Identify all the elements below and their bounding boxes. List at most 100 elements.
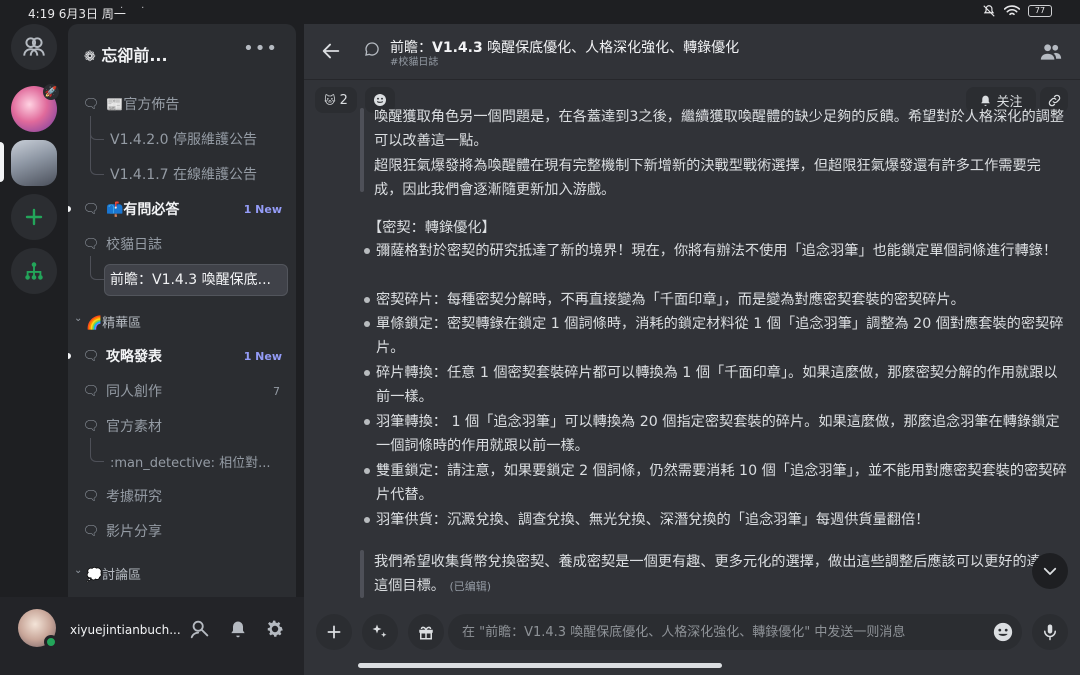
reaction-emoji-icon: 🐱 (324, 93, 336, 107)
post-count: 7 (273, 384, 280, 398)
blockquote-bar (360, 108, 364, 192)
server-icon-sd[interactable]: 🚀 (11, 84, 59, 132)
message-input[interactable] (462, 614, 982, 650)
add-server-button[interactable] (11, 194, 57, 240)
status-notification-dots: ·· (120, 3, 163, 14)
message-input-wrapper (448, 614, 1022, 650)
search-user-icon (190, 620, 209, 639)
list-item: 雙重鎖定：請注意，如果要鎖定 2 個詞條，仍然需要消耗 10 個「追念羽筆」，並… (376, 463, 1067, 503)
guild-menu-button[interactable]: ••• (243, 38, 278, 59)
members-button[interactable] (1040, 42, 1062, 66)
forum-icon: 🗨 (82, 523, 100, 539)
channel-videos[interactable]: 🗨 影片分享 (68, 514, 296, 548)
server-rail: 🚀 (0, 24, 68, 675)
channel-fan-works[interactable]: 🗨 同人創作 7 (68, 374, 296, 408)
unread-dot (68, 206, 71, 212)
main-panel: 前瞻：V1.4.3 喚醒保底優化、人格深化強化、轉錄優化 #校貓日誌 🐱 2 关… (304, 24, 1080, 675)
direct-messages-button[interactable] (11, 24, 57, 70)
search-button[interactable] (188, 617, 212, 641)
channel-qa[interactable]: 🗨 📫有問必答 1 New (68, 192, 296, 226)
notifications-button[interactable] (226, 617, 250, 641)
thread-item-active[interactable]: 前瞻：V1.4.3 喚醒保底... (68, 256, 296, 296)
category-highlights[interactable]: ⌄ 🌈精華區 (68, 310, 296, 334)
forum-icon: 🗨 (82, 418, 100, 434)
new-badge: 1 New (243, 202, 282, 216)
emoji-add-icon (374, 94, 386, 106)
gift-button[interactable] (408, 614, 444, 650)
status-bar: 4:19 6月3日 周一 ·· 77 (0, 0, 1080, 24)
channel-research[interactable]: 🗨 考據研究 (68, 479, 296, 513)
channel-panel: ❁ 忘卻前... ••• 🗨 📰官方佈告 V1.4.2.0 停服維護公告 V1.… (68, 24, 296, 597)
jump-to-bottom-button[interactable] (1032, 553, 1068, 589)
thread-header: 前瞻：V1.4.3 喚醒保底優化、人格深化強化、轉錄優化 #校貓日誌 (304, 24, 1080, 80)
plus-icon (327, 625, 341, 639)
status-time: 4:19 6月3日 周一 (28, 7, 126, 21)
thread-item[interactable]: :man_detective: 相位對... (68, 438, 296, 478)
hierarchy-icon (25, 262, 43, 280)
boost-icon: 🚀 (43, 84, 59, 100)
list-item: 單條鎖定：密契轉錄在鎖定 1 個詞條時，消耗的鎖定材料從 1 個「追念羽筆」調整… (376, 316, 1064, 356)
microphone-icon (1044, 624, 1056, 641)
chevron-down-icon (1043, 567, 1057, 575)
section-title: 【密契：轉錄優化】 (368, 220, 496, 236)
guild-icon: ❁ (84, 49, 96, 65)
blockquote-bar (360, 550, 364, 598)
server-icon-current[interactable] (11, 140, 57, 186)
forum-icon: 🗨 (82, 383, 100, 399)
message-composer (304, 606, 1080, 675)
list-item: 密契碎片：每種密契分解時，不再直接變為「千面印章」，而是變為對應密契套裝的密契碎… (376, 292, 965, 308)
message-paragraph: 超限狂氣爆發將為喚醒體在現有完整機制下新增新的決戰型戰術選擇，但超限狂氣爆發還有… (374, 158, 1041, 198)
selected-server-indicator (0, 142, 4, 182)
plus-icon (25, 208, 43, 226)
home-indicator[interactable] (358, 663, 722, 668)
message-content: 喚醒獲取角色另一個問題是，在各蓋達到3之後，繼續獲取喚醒體的缺少足夠的反饋。希望… (360, 108, 1072, 605)
wifi-icon (1004, 5, 1020, 16)
channel-guides[interactable]: 🗨 攻略發表 1 New (68, 339, 296, 373)
username[interactable]: xiyuejintianbuch... (70, 623, 181, 637)
gear-icon (267, 620, 283, 637)
list-item: 碎片轉換：任意 1 個密契套裝碎片都可以轉換為 1 個「千面印章」。如果這麼做，… (376, 365, 1058, 405)
users-icon (23, 37, 45, 56)
category-discussion[interactable]: ⌄ 💭討論區 (68, 562, 296, 586)
message-paragraph: 我們希望收集貨幣兌換密契、養成密契是一個更有趣、更多元化的選擇，做出這些調整后應… (374, 554, 1056, 594)
chevron-down-icon: ⌄ (74, 313, 83, 324)
unread-dot (68, 353, 71, 359)
voice-message-button[interactable] (1032, 614, 1068, 650)
user-bar: xiyuejintianbuch... (0, 597, 304, 675)
apps-button[interactable] (362, 614, 398, 650)
forum-icon: 🗨 (82, 488, 100, 504)
list-item: 彌薩格對於密契的研究抵達了新的境界！現在，你將有辦法不使用「追念羽筆」也能鎖定單… (376, 243, 1058, 259)
forum-icon: 🗨 (82, 348, 100, 364)
arrow-left-icon (322, 43, 340, 59)
forum-icon: 🗨 (82, 201, 100, 217)
back-button[interactable] (320, 40, 342, 66)
reaction-chip[interactable]: 🐱 2 (315, 87, 357, 113)
message-paragraph: 喚醒獲取角色另一個問題是，在各蓋達到3之後，繼續獲取喚醒體的缺少足夠的反饋。希望… (374, 109, 1065, 149)
guild-name[interactable]: ❁ 忘卻前... (84, 42, 168, 66)
list-item: 羽筆轉換： 1 個「追念羽筆」可以轉換為 20 個指定密契套裝的碎片。如果這麼做… (376, 414, 1060, 454)
forum-icon: 🗨 (82, 236, 100, 252)
edited-label: (已编辑) (449, 580, 492, 593)
thread-item[interactable]: V1.4.1.7 在線維護公告 (68, 135, 296, 191)
chevron-down-icon: ⌄ (74, 565, 83, 576)
emoji-button[interactable] (992, 621, 1014, 647)
members-icon (1040, 44, 1062, 60)
bell-icon (981, 95, 991, 106)
attach-button[interactable] (316, 614, 352, 650)
new-badge: 1 New (243, 349, 282, 363)
thread-title: 前瞻：V1.4.3 喚醒保底優化、人格深化強化、轉錄優化 (390, 40, 740, 56)
battery-indicator: 77 (1028, 5, 1052, 17)
sparkles-icon (372, 624, 387, 638)
parent-channel-name[interactable]: #校貓日誌 (390, 53, 438, 68)
link-icon (1048, 94, 1060, 106)
online-status-indicator (44, 635, 58, 649)
settings-button[interactable] (263, 617, 287, 641)
bell-icon (231, 621, 245, 638)
mute-icon (983, 5, 995, 17)
list-item: 羽筆供貨：沉澱兌換、調查兌換、無光兌換、深潛兌換的「追念羽筆」每週供貨量翻倍！ (376, 512, 930, 528)
thread-icon (364, 41, 380, 61)
forum-icon: 🗨 (82, 96, 100, 112)
gift-icon (419, 626, 433, 640)
emoji-icon (993, 622, 1013, 642)
discover-button[interactable] (11, 248, 57, 294)
